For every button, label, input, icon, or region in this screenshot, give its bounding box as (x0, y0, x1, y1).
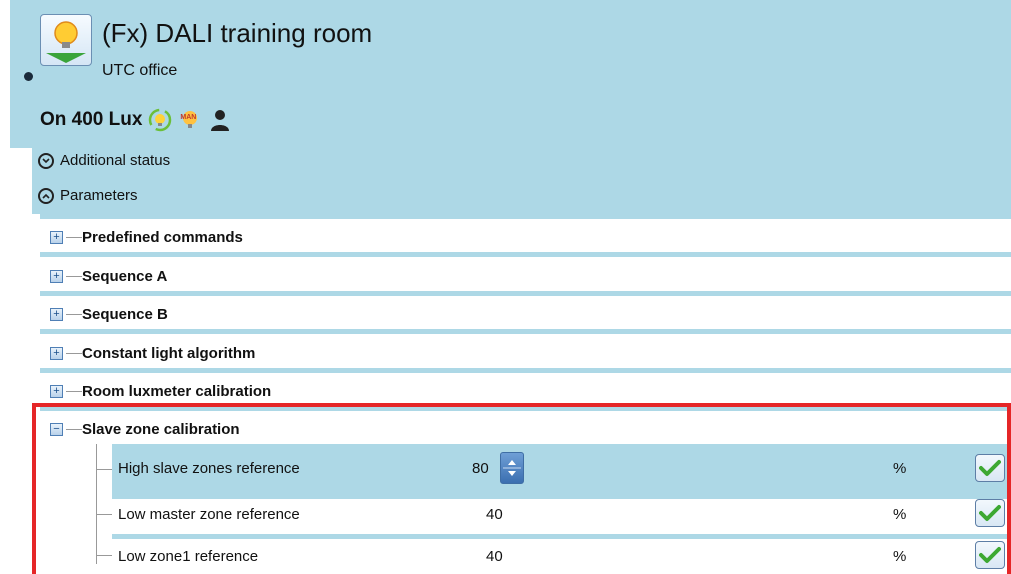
chevron-up-icon (38, 187, 54, 204)
group-label: Sequence A (82, 268, 168, 285)
group-label: Sequence B (82, 306, 168, 323)
lightbulb-timer-icon (148, 108, 172, 132)
tree-connector (66, 353, 82, 354)
person-icon (208, 108, 232, 132)
param-label: High slave zones reference (118, 460, 300, 477)
apply-low-master-zone-button[interactable] (975, 499, 1005, 527)
tree-connector (66, 237, 82, 238)
device-status: On 400 Lux MAN (40, 108, 232, 132)
tree-connector (66, 314, 82, 315)
manual-bulb-icon: MAN (178, 108, 202, 132)
param-label: Low zone1 reference (118, 548, 259, 565)
param-value[interactable]: 40 (486, 506, 503, 523)
parameters-label: Parameters (60, 187, 138, 204)
group-label: Constant light algorithm (82, 345, 256, 362)
group-label: Room luxmeter calibration (82, 383, 272, 400)
device-title: (Fx) DALI training room (102, 18, 373, 48)
chevron-down-icon (38, 152, 54, 169)
device-subtitle: UTC office (102, 62, 178, 79)
tree-connector (96, 469, 112, 470)
tree-connector (66, 276, 82, 277)
param-unit: % (893, 548, 907, 565)
expand-room-luxmeter-icon[interactable]: + (50, 385, 63, 398)
additional-status-toggle[interactable]: Additional status (38, 152, 170, 169)
expand-predefined-commands-icon[interactable]: + (50, 231, 63, 244)
device-lightbulb-icon[interactable] (40, 14, 92, 66)
expand-sequence-a-icon[interactable]: + (50, 270, 63, 283)
man-badge: MAN (180, 114, 197, 121)
additional-status-label: Additional status (60, 152, 171, 169)
group-sequence-a[interactable] (40, 252, 1011, 287)
value-stepper[interactable] (500, 452, 524, 484)
parameters-toggle[interactable]: Parameters (38, 187, 138, 204)
parameters-header-background (32, 148, 1011, 214)
tree-vertical-end (96, 534, 97, 555)
checkmark-icon (979, 460, 1001, 476)
collapse-slave-zone-icon[interactable]: − (50, 423, 63, 436)
param-value[interactable]: 40 (486, 548, 503, 565)
group-label: Predefined commands (82, 229, 243, 246)
tree-connector (96, 514, 112, 515)
expand-constant-light-icon[interactable]: + (50, 347, 63, 360)
apply-high-slave-zones-button[interactable] (975, 454, 1005, 482)
tree-connector (96, 555, 112, 556)
param-value[interactable]: 80 (472, 460, 489, 477)
tree-connector (66, 429, 82, 430)
expand-sequence-b-icon[interactable]: + (50, 308, 63, 321)
checkmark-icon (979, 547, 1001, 563)
param-unit: % (893, 506, 907, 523)
tree-connector (66, 391, 82, 392)
checkmark-icon (979, 505, 1001, 521)
collapse-device-icon[interactable] (24, 72, 33, 81)
group-label: Slave zone calibration (82, 421, 240, 438)
param-unit: % (893, 460, 907, 477)
group-sequence-b[interactable] (40, 291, 1011, 326)
param-label: Low master zone reference (118, 506, 300, 523)
apply-low-zone1-button[interactable] (975, 541, 1005, 569)
status-text: On 400 Lux (40, 109, 143, 130)
